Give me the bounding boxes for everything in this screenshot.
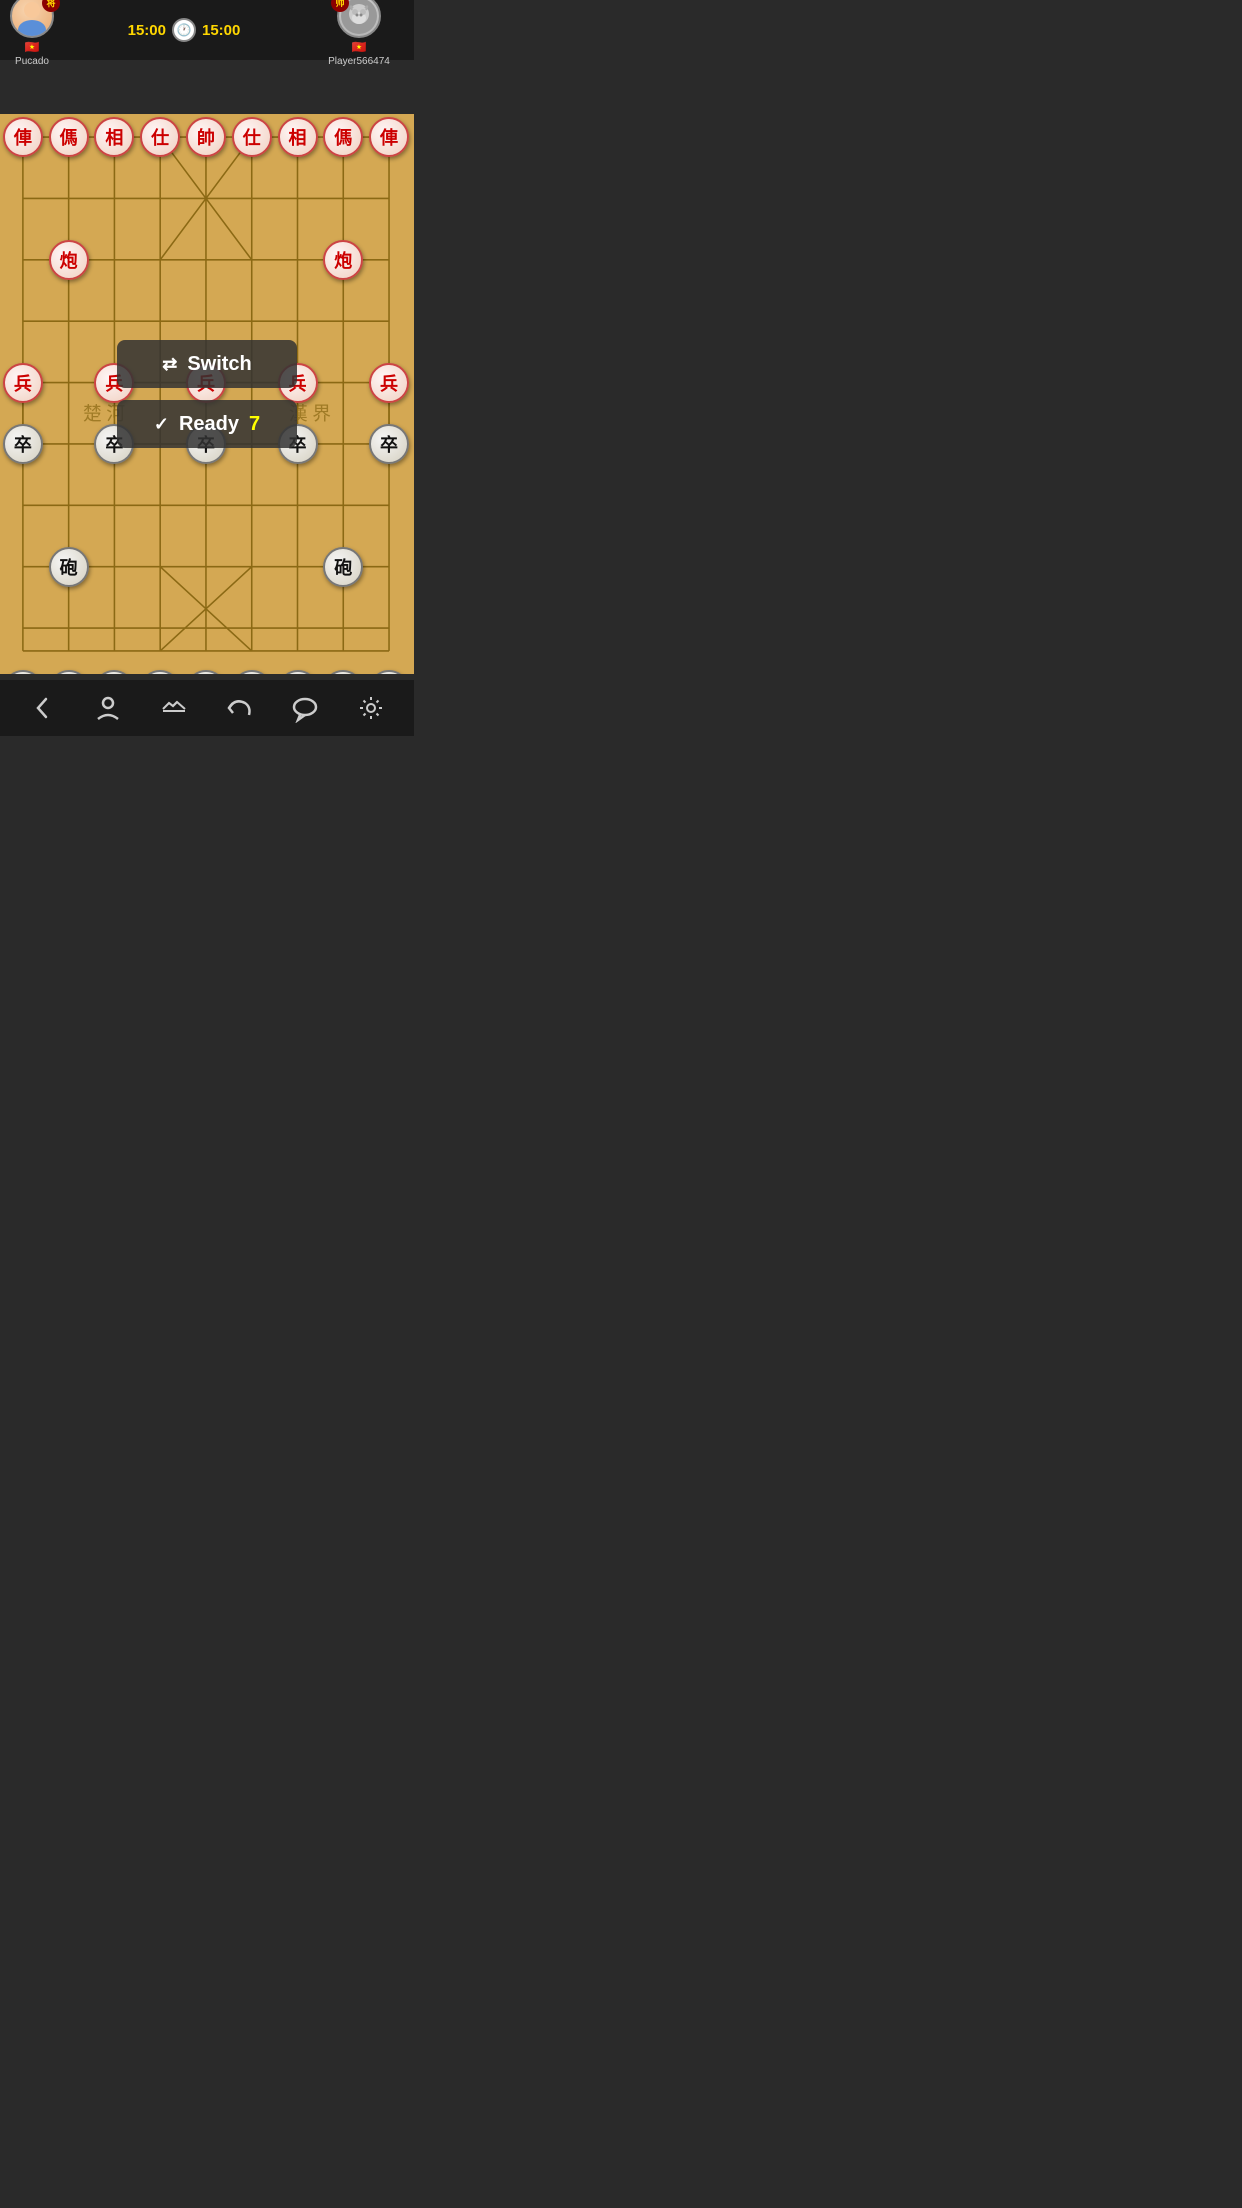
piece-相-6-0[interactable]: 相 bbox=[278, 117, 318, 157]
piece-將-4-9[interactable]: 將 bbox=[186, 670, 226, 674]
check-icon: ✓ bbox=[154, 414, 169, 435]
chat-button[interactable] bbox=[284, 687, 326, 729]
settings-button[interactable] bbox=[350, 687, 392, 729]
piece-馬-1-9[interactable]: 馬 bbox=[49, 670, 89, 674]
piece-馬-7-9[interactable]: 馬 bbox=[323, 670, 363, 674]
piece-兵-0-4[interactable]: 兵 bbox=[3, 363, 43, 403]
piece-兵-8-4[interactable]: 兵 bbox=[369, 363, 409, 403]
piece-卒-8-5[interactable]: 卒 bbox=[369, 424, 409, 464]
switch-icon: ⇄ bbox=[162, 354, 177, 375]
piece-炮-7-2[interactable]: 炮 bbox=[323, 240, 363, 280]
piece-象-6-9[interactable]: 象 bbox=[278, 670, 318, 674]
piece-卒-0-5[interactable]: 卒 bbox=[3, 424, 43, 464]
piece-砲-7-7[interactable]: 砲 bbox=[323, 547, 363, 587]
ready-label: Ready bbox=[179, 413, 239, 436]
handshake-button[interactable] bbox=[153, 687, 195, 729]
back-button[interactable] bbox=[22, 687, 64, 729]
clock-icon: 🕐 bbox=[172, 18, 196, 42]
switch-label: Switch bbox=[187, 353, 251, 376]
red-general-badge: 将 bbox=[42, 0, 60, 12]
piece-相-2-0[interactable]: 相 bbox=[94, 117, 134, 157]
ready-button[interactable]: ✓ Ready 7 bbox=[117, 400, 297, 448]
piece-車-0-9[interactable]: 車 bbox=[3, 670, 43, 674]
piece-士-3-9[interactable]: 士 bbox=[140, 670, 180, 674]
piece-傌-1-0[interactable]: 傌 bbox=[49, 117, 89, 157]
player-left-name: Pucado bbox=[15, 56, 49, 67]
piece-傌-7-0[interactable]: 傌 bbox=[323, 117, 363, 157]
flag-left: 🇻🇳 bbox=[25, 40, 40, 54]
game-board[interactable]: 楚 河 漢 界 俥傌相仕帥仕相傌俥炮炮兵兵兵兵兵車馬象士將士象馬車砲砲卒卒卒卒卒… bbox=[0, 114, 414, 674]
piece-車-8-9[interactable]: 車 bbox=[369, 670, 409, 674]
piece-炮-1-2[interactable]: 炮 bbox=[49, 240, 89, 280]
piece-士-5-9[interactable]: 士 bbox=[232, 670, 272, 674]
ready-count: 7 bbox=[249, 413, 260, 436]
undo-button[interactable] bbox=[219, 687, 261, 729]
timer-left: 15:00 bbox=[128, 22, 166, 39]
timer-right: 15:00 bbox=[202, 22, 240, 39]
piece-帥-4-0[interactable]: 帥 bbox=[186, 117, 226, 157]
piece-砲-1-7[interactable]: 砲 bbox=[49, 547, 89, 587]
piece-象-2-9[interactable]: 象 bbox=[94, 670, 134, 674]
switch-button[interactable]: ⇄ Switch bbox=[117, 340, 297, 388]
piece-俥-0-0[interactable]: 俥 bbox=[3, 117, 43, 157]
piece-仕-3-0[interactable]: 仕 bbox=[140, 117, 180, 157]
player-right-name: Player566474 bbox=[328, 56, 390, 67]
overlay-buttons: ⇄ Switch ✓ Ready 7 bbox=[117, 340, 297, 448]
game-header: 将 🇻🇳 Pucado 15:00 🕐 15:00 bbox=[0, 0, 414, 60]
player-left: 将 🇻🇳 Pucado bbox=[10, 0, 54, 67]
flag-right: 🇻🇳 bbox=[352, 40, 367, 54]
player-button[interactable] bbox=[87, 687, 129, 729]
timer-section: 15:00 🕐 15:00 bbox=[128, 18, 241, 42]
player-right: 帅 🇻🇳 Player566474 bbox=[314, 0, 404, 67]
piece-仕-5-0[interactable]: 仕 bbox=[232, 117, 272, 157]
piece-俥-8-0[interactable]: 俥 bbox=[369, 117, 409, 157]
top-spacer bbox=[0, 60, 414, 110]
bottom-toolbar bbox=[0, 680, 414, 736]
